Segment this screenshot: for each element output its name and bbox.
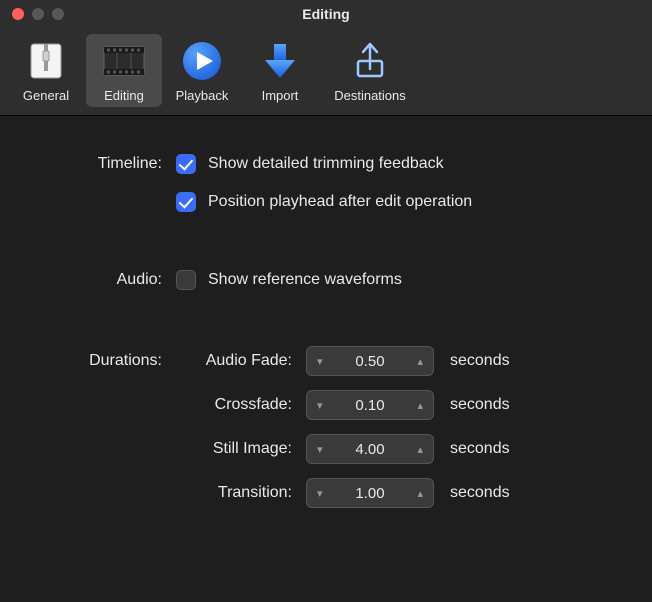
tab-destinations[interactable]: Destinations bbox=[320, 34, 420, 107]
duration-unit: seconds bbox=[450, 440, 510, 458]
window-title: Editing bbox=[0, 6, 652, 22]
tab-label: Destinations bbox=[334, 88, 406, 103]
tab-label: Import bbox=[262, 88, 299, 103]
tab-label: Playback bbox=[176, 88, 229, 103]
chevron-up-icon[interactable]: ▴ bbox=[415, 485, 425, 502]
tab-label: Editing bbox=[104, 88, 144, 103]
stepper-value[interactable]: 1.00 bbox=[325, 485, 416, 502]
checkbox-show-trimming-feedback[interactable] bbox=[176, 154, 196, 174]
durations-row-3: Transition: ▾ 1.00 ▴ seconds bbox=[40, 478, 612, 508]
titlebar: Editing bbox=[0, 0, 652, 28]
durations-row-1: Crossfade: ▾ 0.10 ▴ seconds bbox=[40, 390, 612, 420]
stepper-value[interactable]: 4.00 bbox=[325, 441, 416, 458]
duration-name: Transition: bbox=[176, 484, 306, 502]
tab-label: General bbox=[23, 88, 69, 103]
audio-section-label: Audio: bbox=[40, 271, 176, 289]
duration-name: Crossfade: bbox=[176, 396, 306, 414]
chevron-up-icon[interactable]: ▴ bbox=[415, 353, 425, 370]
stepper-value[interactable]: 0.50 bbox=[325, 353, 416, 370]
general-icon bbox=[23, 38, 69, 84]
durations-row-0: Durations: Audio Fade: ▾ 0.50 ▴ seconds bbox=[40, 346, 612, 376]
tab-general[interactable]: General bbox=[8, 34, 84, 107]
checkbox-label: Show reference waveforms bbox=[208, 271, 402, 289]
timeline-row-1: Timeline: Show detailed trimming feedbac… bbox=[40, 152, 612, 176]
stepper-value[interactable]: 0.10 bbox=[325, 397, 416, 414]
stepper-crossfade[interactable]: ▾ 0.10 ▴ bbox=[306, 390, 434, 420]
chevron-down-icon[interactable]: ▾ bbox=[315, 485, 325, 502]
timeline-row-2: Position playhead after edit operation bbox=[40, 190, 612, 214]
chevron-up-icon[interactable]: ▴ bbox=[415, 441, 425, 458]
timeline-section-label: Timeline: bbox=[40, 155, 176, 173]
traffic-lights bbox=[0, 8, 64, 20]
minimize-button[interactable] bbox=[32, 8, 44, 20]
stepper-audio-fade[interactable]: ▾ 0.50 ▴ bbox=[306, 346, 434, 376]
preferences-content: Timeline: Show detailed trimming feedbac… bbox=[0, 116, 652, 508]
destinations-icon bbox=[347, 38, 393, 84]
duration-unit: seconds bbox=[450, 484, 510, 502]
import-icon bbox=[257, 38, 303, 84]
audio-row-1: Audio: Show reference waveforms bbox=[40, 268, 612, 292]
chevron-down-icon[interactable]: ▾ bbox=[315, 441, 325, 458]
maximize-button[interactable] bbox=[52, 8, 64, 20]
duration-unit: seconds bbox=[450, 352, 510, 370]
checkbox-label: Position playhead after edit operation bbox=[208, 193, 472, 211]
durations-section-label: Durations: bbox=[40, 352, 176, 370]
durations-row-2: Still Image: ▾ 4.00 ▴ seconds bbox=[40, 434, 612, 464]
stepper-transition[interactable]: ▾ 1.00 ▴ bbox=[306, 478, 434, 508]
checkbox-position-playhead[interactable] bbox=[176, 192, 196, 212]
duration-name: Audio Fade: bbox=[176, 352, 306, 370]
checkbox-reference-waveforms[interactable] bbox=[176, 270, 196, 290]
chevron-up-icon[interactable]: ▴ bbox=[415, 397, 425, 414]
close-button[interactable] bbox=[12, 8, 24, 20]
tab-editing[interactable]: Editing bbox=[86, 34, 162, 107]
duration-unit: seconds bbox=[450, 396, 510, 414]
stepper-still-image[interactable]: ▾ 4.00 ▴ bbox=[306, 434, 434, 464]
chevron-down-icon[interactable]: ▾ bbox=[315, 397, 325, 414]
checkbox-label: Show detailed trimming feedback bbox=[208, 155, 444, 173]
tab-playback[interactable]: Playback bbox=[164, 34, 240, 107]
preferences-toolbar: General Editing bbox=[0, 28, 652, 116]
tab-import[interactable]: Import bbox=[242, 34, 318, 107]
playback-icon bbox=[179, 38, 225, 84]
editing-icon bbox=[101, 38, 147, 84]
chevron-down-icon[interactable]: ▾ bbox=[315, 353, 325, 370]
duration-name: Still Image: bbox=[176, 440, 306, 458]
